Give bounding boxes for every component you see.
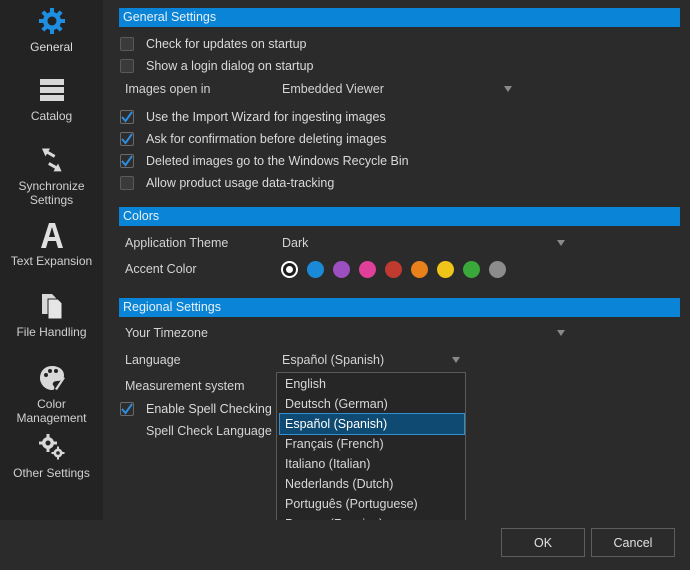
measurement-system-label: Measurement system — [125, 379, 245, 393]
usage-tracking-checkbox[interactable] — [120, 176, 134, 190]
sidebar-item-label: Catalog — [30, 109, 73, 123]
sidebar-item-label: Synchronize Settings — [18, 179, 85, 207]
language-option[interactable]: Nederlands (Dutch) — [280, 474, 464, 494]
check-updates-label: Check for updates on startup — [146, 37, 307, 51]
login-dialog-row[interactable]: Show a login dialog on startup — [120, 56, 313, 76]
sidebar-item-label: Color Management — [16, 397, 87, 425]
spell-check-row[interactable]: Enable Spell Checking — [120, 399, 272, 419]
spell-check-label: Enable Spell Checking — [146, 402, 272, 416]
recycle-bin-label: Deleted images go to the Windows Recycle… — [146, 154, 409, 168]
login-dialog-label: Show a login dialog on startup — [146, 59, 314, 73]
letter-a-icon — [38, 220, 66, 250]
colors-header: Colors — [119, 207, 680, 226]
import-wizard-label: Use the Import Wizard for ingesting imag… — [146, 110, 386, 124]
confirm-delete-row[interactable]: Ask for confirmation before deleting ima… — [120, 129, 386, 149]
login-dialog-checkbox[interactable] — [120, 59, 134, 73]
import-wizard-row[interactable]: Use the Import Wizard for ingesting imag… — [120, 107, 386, 127]
checkmark-icon — [121, 155, 133, 167]
sidebar-item-label: Text Expansion — [10, 254, 93, 268]
accent-swatch[interactable] — [463, 261, 480, 278]
checkmark-icon — [121, 403, 133, 415]
language-option[interactable]: English — [280, 374, 464, 394]
sidebar-item-label: General — [30, 40, 73, 54]
gears-icon — [37, 432, 67, 462]
sidebar-item-color-management[interactable]: Color Management — [0, 363, 103, 425]
language-select[interactable]: Español (Spanish) — [282, 353, 384, 367]
confirm-delete-label: Ask for confirmation before deleting ima… — [146, 132, 387, 146]
accent-swatch[interactable] — [333, 261, 350, 278]
sidebar-item-label: File Handling — [16, 325, 87, 339]
sidebar-item-synchronize[interactable]: Synchronize Settings — [0, 145, 103, 207]
sidebar-item-catalog[interactable]: Catalog — [0, 75, 103, 123]
chevron-down-icon[interactable] — [557, 240, 565, 246]
application-theme-label: Application Theme — [125, 236, 229, 250]
application-theme-select[interactable]: Dark — [282, 236, 308, 250]
checkmark-icon — [121, 133, 133, 145]
ok-button[interactable]: OK — [501, 528, 585, 557]
check-updates-row[interactable]: Check for updates on startup — [120, 34, 307, 54]
language-option[interactable]: Deutsch (German) — [280, 394, 464, 414]
accent-swatch[interactable] — [385, 261, 402, 278]
regional-settings-header: Regional Settings — [119, 298, 680, 317]
recycle-bin-row[interactable]: Deleted images go to the Windows Recycle… — [120, 151, 409, 171]
sidebar-item-other-settings[interactable]: Other Settings — [0, 432, 103, 480]
sync-icon — [38, 145, 66, 175]
import-wizard-checkbox[interactable] — [120, 110, 134, 124]
catalog-icon — [38, 75, 66, 105]
recycle-bin-checkbox[interactable] — [120, 154, 134, 168]
accent-swatch[interactable] — [411, 261, 428, 278]
usage-tracking-row[interactable]: Allow product usage data-tracking — [120, 173, 334, 193]
dialog-footer — [0, 520, 690, 570]
spell-check-checkbox[interactable] — [120, 402, 134, 416]
palette-icon — [37, 363, 67, 393]
confirm-delete-checkbox[interactable] — [120, 132, 134, 146]
accent-color-label: Accent Color — [125, 262, 197, 276]
general-settings-header: General Settings — [119, 8, 680, 27]
language-option[interactable]: Italiano (Italian) — [280, 454, 464, 474]
settings-sidebar: General Catalog Synchronize Settings Tex… — [0, 0, 103, 520]
spell-check-language-label: Spell Check Language — [146, 424, 272, 438]
chevron-down-icon[interactable] — [504, 86, 512, 92]
accent-swatch[interactable] — [281, 261, 298, 278]
usage-tracking-label: Allow product usage data-tracking — [146, 176, 335, 190]
check-updates-checkbox[interactable] — [120, 37, 134, 51]
language-option[interactable]: Português (Portuguese) — [280, 494, 464, 514]
gear-icon — [37, 6, 67, 36]
accent-swatch[interactable] — [359, 261, 376, 278]
sidebar-item-general[interactable]: General — [0, 6, 103, 54]
cancel-button[interactable]: Cancel — [591, 528, 675, 557]
sidebar-item-file-handling[interactable]: File Handling — [0, 291, 103, 339]
language-option[interactable]: Español (Spanish) — [279, 413, 465, 435]
checkmark-icon — [121, 111, 133, 123]
accent-swatch[interactable] — [437, 261, 454, 278]
sidebar-item-text-expansion[interactable]: Text Expansion — [0, 220, 103, 268]
accent-swatch[interactable] — [307, 261, 324, 278]
language-label: Language — [125, 353, 181, 367]
files-icon — [38, 291, 66, 321]
images-open-in-label: Images open in — [125, 82, 211, 96]
language-option[interactable]: Français (French) — [280, 434, 464, 454]
chevron-down-icon[interactable] — [452, 357, 460, 363]
images-open-in-select[interactable]: Embedded Viewer — [282, 82, 384, 96]
accent-swatch[interactable] — [489, 261, 506, 278]
sidebar-item-label: Other Settings — [13, 466, 90, 480]
chevron-down-icon[interactable] — [557, 330, 565, 336]
selected-indicator-icon — [286, 266, 293, 273]
timezone-label: Your Timezone — [125, 326, 208, 340]
